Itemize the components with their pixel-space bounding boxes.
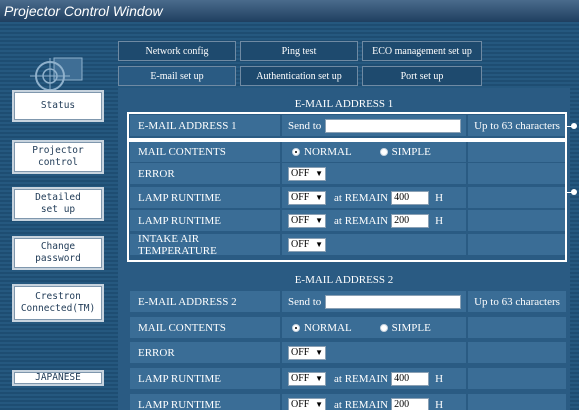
sidebar-item-change-password[interactable]: Change password [12,236,104,270]
email2-lamp2-remain-input[interactable]: 200 [391,397,430,410]
email2-lamp1-select[interactable]: OFF ▼ [288,371,326,386]
chevron-down-icon: ▼ [315,400,323,409]
email2-lamp1-remain-input[interactable]: 400 [391,371,430,386]
sidebar-item-projector-control[interactable]: Projector control [12,140,104,174]
chevron-down-icon: ▼ [315,348,323,357]
email2-mail-contents-options: NORMAL SIMPLE [282,317,466,339]
tab-email-setup[interactable]: E-mail set up [118,66,236,86]
email2-lamp2-select[interactable]: OFF ▼ [288,397,326,410]
sidebar-item-crestron[interactable]: Crestron Connected(TM) [12,284,104,322]
email2-simple-radio[interactable] [379,323,388,332]
sidebar-item-status[interactable]: Status [12,90,104,122]
email2-sendto-label: Send to [288,295,322,308]
email2-error-label: ERROR [130,342,280,364]
email2-lamp1-hours-unit: H [435,372,444,385]
callout-contents-box [127,140,567,262]
email2-error-select[interactable]: OFF ▼ [288,345,326,360]
email2-heading: E-MAIL ADDRESS 2 [294,274,394,286]
email2-lamp2-spacer [468,394,566,410]
email2-lamp2-hours-unit: H [435,398,444,410]
tab-eco-management[interactable]: ECO management set up [362,41,482,61]
email2-mail-contents-spacer [468,317,566,339]
callout-address-box [127,112,567,140]
email2-address-input[interactable] [325,294,462,309]
chevron-down-icon: ▼ [315,374,323,383]
email2-lamp2-row: LAMP RUNTIME OFF ▼ at REMAIN 200 H [130,394,566,410]
email2-normal-radio[interactable] [292,323,300,332]
email2-lamp1-remain-label: at REMAIN [334,372,389,385]
email2-lamp2-cell: OFF ▼ at REMAIN 200 H [282,394,466,410]
email2-lamp1-label: LAMP RUNTIME [130,368,280,390]
tab-network-config[interactable]: Network config [118,41,236,61]
callout-marker-1 [571,123,577,129]
email2-lamp1-cell: OFF ▼ at REMAIN 400 H [282,368,466,390]
email2-limit-note: Up to 63 characters [468,291,566,313]
sidebar-item-detailed-setup[interactable]: Detailed set up [12,187,104,221]
email2-address-row: E-MAIL ADDRESS 2 Send to Up to 63 charac… [130,291,566,313]
email1-heading: E-MAIL ADDRESS 1 [294,98,394,110]
email2-mail-contents-label: MAIL CONTENTS [130,317,280,339]
sidebar-item-japanese[interactable]: JAPANESE [12,370,104,386]
email2-simple-label: SIMPLE [391,321,431,334]
window-title: Projector Control Window [0,0,579,22]
callout-marker-2 [571,189,577,195]
email2-error-spacer [468,342,566,364]
email2-lamp1-row: LAMP RUNTIME OFF ▼ at REMAIN 400 H [130,368,566,390]
tab-ping-test[interactable]: Ping test [240,41,358,61]
email2-lamp2-remain-label: at REMAIN [334,398,389,410]
email2-normal-label: NORMAL [304,321,352,334]
tab-port-setup[interactable]: Port set up [362,66,482,86]
email2-error-row: ERROR OFF ▼ [130,342,566,364]
tab-authentication[interactable]: Authentication set up [240,66,358,86]
email2-sendto-cell: Send to [282,291,466,313]
email2-lamp1-spacer [468,368,566,390]
email2-mail-contents-row: MAIL CONTENTS NORMAL SIMPLE [130,317,566,339]
email2-error-cell: OFF ▼ [282,342,466,364]
email2-lamp2-label: LAMP RUNTIME [130,394,280,410]
email2-address-label: E-MAIL ADDRESS 2 [130,291,280,313]
